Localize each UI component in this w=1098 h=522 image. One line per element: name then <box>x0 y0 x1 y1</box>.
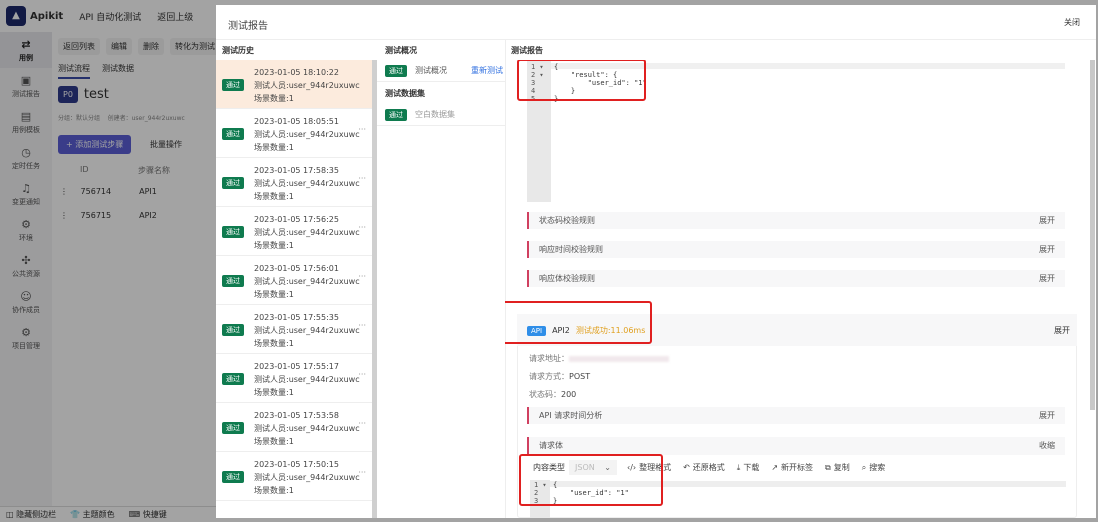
history-tester: 测试人员:user_944r2uxuwc <box>254 326 360 335</box>
history-tester: 测试人员:user_944r2uxuwc <box>254 424 360 433</box>
expand-button[interactable]: 展开 <box>1039 241 1055 258</box>
overview-item[interactable]: 通过 测试概况 重新测试 <box>377 60 505 82</box>
history-item[interactable]: 通过 2023-01-05 17:50:15 测试人员:user_944r2uxuw… <box>216 452 372 501</box>
retest-link[interactable]: 重新测试 <box>471 65 503 76</box>
history-tester: 测试人员:user_944r2uxuwc <box>254 130 360 139</box>
rule-response-time[interactable]: 响应时间校验规则 展开 <box>527 241 1065 258</box>
pass-badge: 通过 <box>222 128 244 140</box>
highlight-box <box>505 301 652 344</box>
request-body-section[interactable]: 请求体 收缩 <box>527 437 1065 455</box>
report-panel: 1 ▾ 2 ▾ 3 4 5 { "result": { "user_id": "… <box>505 60 1090 518</box>
pass-badge: 通过 <box>385 108 407 121</box>
history-list: 通过 2023-01-05 18:10:22 测试人员:user_944r2uxuw… <box>216 60 372 518</box>
expand-button[interactable]: 展开 <box>1039 212 1055 229</box>
history-scrollbar[interactable] <box>372 60 377 518</box>
report-header: 测试报告 <box>511 46 543 55</box>
download-icon: ⤓ <box>736 462 741 472</box>
pass-badge: 通过 <box>385 64 407 77</box>
pass-badge: 通过 <box>222 471 244 483</box>
more-icon[interactable]: ··· <box>358 125 366 134</box>
rule-response-body[interactable]: 响应体校验规则 展开 <box>527 270 1065 287</box>
drawer-title: 测试报告 <box>228 21 268 32</box>
history-item[interactable]: 通过 2023-01-05 17:56:01 测试人员:user_944r2uxuw… <box>216 256 372 305</box>
history-tester: 测试人员:user_944r2uxuwc <box>254 81 360 90</box>
more-icon[interactable]: ··· <box>358 370 366 379</box>
history-time: 2023-01-05 17:56:01 <box>254 264 339 273</box>
pass-badge: 通过 <box>222 79 244 91</box>
history-tester: 测试人员:user_944r2uxuwc <box>254 228 360 237</box>
history-time: 2023-01-05 17:58:35 <box>254 166 339 175</box>
more-icon[interactable]: ··· <box>358 272 366 281</box>
request-url: 请求地址： <box>529 353 669 364</box>
history-tester: 测试人员:user_944r2uxuwc <box>254 473 360 482</box>
undo-icon: ↶ <box>683 463 690 472</box>
search-button[interactable]: ⌕ 搜索 <box>862 462 885 473</box>
history-scenes: 场景数量:1 <box>254 290 294 299</box>
history-scenes: 场景数量:1 <box>254 388 294 397</box>
history-item[interactable]: 通过 2023-01-05 18:10:22 测试人员:user_944r2uxuw… <box>216 60 372 109</box>
more-icon[interactable]: ··· <box>358 174 366 183</box>
history-item[interactable]: 通过 2023-01-05 18:05:51 测试人员:user_944r2uxuw… <box>216 109 372 158</box>
search-icon: ⌕ <box>861 462 867 472</box>
pass-badge: 通过 <box>222 373 244 385</box>
request-method: 请求方式：POST <box>529 372 591 381</box>
dataset-label: 空白数据集 <box>415 110 455 119</box>
highlight-box <box>519 454 663 506</box>
overview-header: 测试概况 <box>385 46 417 55</box>
status-code: 状态码：200 <box>529 390 577 399</box>
more-icon[interactable]: ··· <box>358 321 366 330</box>
history-time: 2023-01-05 17:55:17 <box>254 362 339 371</box>
overview-label: 测试概况 <box>415 66 447 75</box>
rule-status-code[interactable]: 状态码校验规则 展开 <box>527 212 1065 229</box>
history-scenes: 场景数量:1 <box>254 143 294 152</box>
report-scrollbar[interactable] <box>1090 60 1095 410</box>
history-scenes: 场景数量:1 <box>254 192 294 201</box>
history-tester: 测试人员:user_944r2uxuwc <box>254 179 360 188</box>
history-item[interactable]: 通过 2023-01-05 17:56:25 测试人员:user_944r2uxuw… <box>216 207 372 256</box>
history-scenes: 场景数量:1 <box>254 339 294 348</box>
download-button[interactable]: ⤓ 下载 <box>737 462 760 473</box>
more-icon[interactable]: ··· <box>358 468 366 477</box>
expand-button[interactable]: 展开 <box>1039 270 1055 287</box>
expand-button[interactable]: 展开 <box>1039 407 1055 424</box>
history-scenes: 场景数量:1 <box>254 486 294 495</box>
dataset-item[interactable]: 通过 空白数据集 <box>377 104 505 126</box>
history-item[interactable]: 通过 2023-01-05 17:55:17 测试人员:user_944r2uxuw… <box>216 354 372 403</box>
pass-badge: 通过 <box>222 177 244 189</box>
test-report-drawer: 测试报告 关闭 测试历史 测试概况 测试报告 通过 2023-01-05 18:1… <box>216 5 1096 518</box>
history-tester: 测试人员:user_944r2uxuwc <box>254 277 360 286</box>
history-item[interactable]: 通过 2023-01-05 17:55:35 测试人员:user_944r2uxuw… <box>216 305 372 354</box>
timing-analysis[interactable]: API 请求时间分析 展开 <box>527 407 1065 424</box>
history-time: 2023-01-05 17:56:25 <box>254 215 339 224</box>
history-scenes: 场景数量:1 <box>254 241 294 250</box>
history-header: 测试历史 <box>222 46 254 55</box>
more-icon[interactable]: ··· <box>358 223 366 232</box>
history-tester: 测试人员:user_944r2uxuwc <box>254 375 360 384</box>
history-time: 2023-01-05 17:50:15 <box>254 460 339 469</box>
new-tab-button[interactable]: ↗ 新开标签 <box>771 462 813 473</box>
history-scenes: 场景数量:1 <box>254 94 294 103</box>
history-time: 2023-01-05 17:53:58 <box>254 411 339 420</box>
dataset-header: 测试数据集 <box>385 88 425 98</box>
pass-badge: 通过 <box>222 226 244 238</box>
history-item[interactable]: 通过 2023-01-05 17:58:35 测试人员:user_944r2uxuw… <box>216 158 372 207</box>
history-time: 2023-01-05 17:55:35 <box>254 313 339 322</box>
copy-button[interactable]: ⧉ 复制 <box>825 462 850 473</box>
history-scenes: 场景数量:1 <box>254 437 294 446</box>
overview-panel: 通过 测试概况 重新测试 测试数据集 通过 空白数据集 <box>377 60 505 126</box>
more-icon[interactable]: ··· <box>358 419 366 428</box>
close-button[interactable]: 关闭 <box>1064 17 1080 28</box>
pass-badge: 通过 <box>222 324 244 336</box>
history-time: 2023-01-05 18:05:51 <box>254 117 339 126</box>
history-time: 2023-01-05 18:10:22 <box>254 68 339 77</box>
pass-badge: 通过 <box>222 275 244 287</box>
restore-button[interactable]: ↶ 还原格式 <box>683 462 725 473</box>
external-link-icon: ↗ <box>771 463 779 472</box>
highlight-box <box>517 60 646 101</box>
collapse-button[interactable]: 收缩 <box>1039 437 1055 454</box>
copy-icon: ⧉ <box>825 462 831 472</box>
api-expand-button[interactable]: 展开 <box>1054 325 1070 336</box>
pass-badge: 通过 <box>222 422 244 434</box>
history-item[interactable]: 通过 2023-01-05 17:53:58 测试人员:user_944r2uxuw… <box>216 403 372 452</box>
